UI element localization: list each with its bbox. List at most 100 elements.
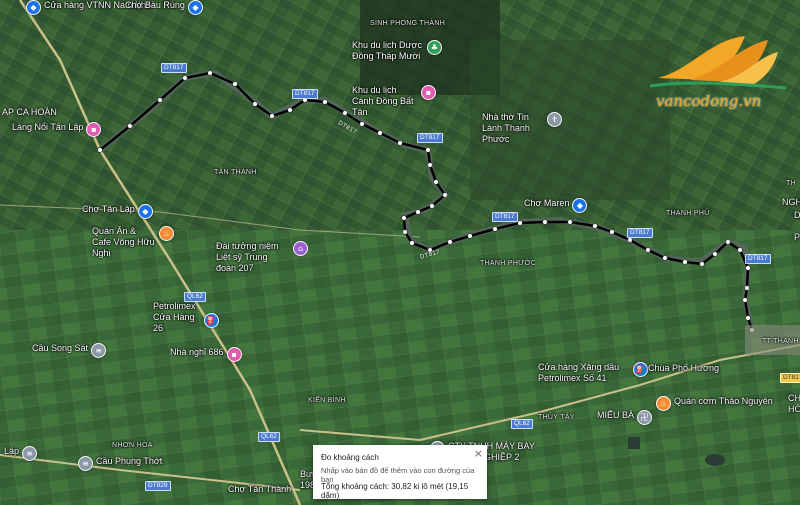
route-node[interactable] xyxy=(737,247,743,253)
route-node[interactable] xyxy=(322,99,328,105)
route-node[interactable] xyxy=(699,261,705,267)
route-node[interactable] xyxy=(433,179,439,185)
pond xyxy=(705,454,725,466)
area-nhon-hoa: NHƠN HÒA xyxy=(112,442,153,449)
route-node[interactable] xyxy=(492,226,498,232)
hotel-icon: ▪ xyxy=(421,85,436,100)
road-shield-dt817-east: DT817 xyxy=(780,373,800,383)
route-node[interactable] xyxy=(401,215,407,221)
road-shield-dt817: DT817 xyxy=(745,254,771,264)
fuel-icon: ⛽ xyxy=(204,313,219,328)
route-node[interactable] xyxy=(232,81,238,87)
poi-cho-tan-thanh[interactable]: Chợ Tân Thành xyxy=(228,484,291,495)
area-thanh-phu: THẠNH PHÚ xyxy=(666,210,710,217)
road-shield-dt817: DT817 xyxy=(492,212,518,222)
shop-icon: ◆ xyxy=(572,198,588,213)
partial-label: TH xyxy=(786,180,796,187)
route-node[interactable] xyxy=(712,251,718,257)
poi-khu-du-lich-duoc[interactable]: Khu du lịch Dược Đồng Tháp Mười ♣ xyxy=(352,40,442,62)
poi-cau-song-sat[interactable]: Cầu Song Sát ≡ xyxy=(32,343,107,358)
poi-quan-com-thao-nguyen[interactable]: ♨ Quán cơm Thảo Nguyên xyxy=(656,396,773,411)
bridge-icon: ≡ xyxy=(22,446,38,461)
hotel-icon: ▪ xyxy=(86,122,102,137)
poi-petrolimex-26[interactable]: Petrolimex Cửa Hàng 26 ⛽ xyxy=(153,301,219,334)
road-shield-dt829: DT829 xyxy=(145,481,171,491)
route-node[interactable] xyxy=(342,110,348,116)
area-thanh-phuoc: THẠNH PHƯỚC xyxy=(480,260,537,267)
route-node[interactable] xyxy=(725,239,731,245)
route-node[interactable] xyxy=(609,229,615,235)
route-node[interactable] xyxy=(377,130,383,136)
poi-lap[interactable]: Lập ≡ xyxy=(4,446,38,461)
shop-icon: ◆ xyxy=(26,0,41,15)
route-node[interactable] xyxy=(442,192,448,198)
pond-square xyxy=(628,437,640,449)
route-node[interactable] xyxy=(402,229,408,235)
route-node[interactable] xyxy=(429,203,435,209)
distance-total: Tổng khoảng cách: 30,82 ki lô mét (19,15… xyxy=(321,482,469,500)
road-shield-dt817: DT817 xyxy=(417,133,443,143)
route-node[interactable] xyxy=(742,297,748,303)
route-node[interactable] xyxy=(744,285,750,291)
distance-measurement-panel[interactable]: Đo khoảng cách Nhấp vào bản đồ để thêm v… xyxy=(313,445,487,500)
route-node[interactable] xyxy=(207,70,213,76)
route-node[interactable] xyxy=(252,101,258,107)
area-kien-binh: KIẾN BÌNH xyxy=(308,397,346,404)
area-sinh-phong-thanh: SINH PHONG THÀNH xyxy=(370,20,446,27)
logo-text: vancodong.vn xyxy=(656,92,762,110)
route-node[interactable] xyxy=(645,247,651,253)
poi-chua-pho-huong[interactable]: Chùa Phổ Hương xyxy=(648,363,719,374)
route-node[interactable] xyxy=(97,147,103,153)
poi-cau-phung-thot[interactable]: ≡ Cầu Phụng Thớt xyxy=(78,456,162,471)
poi-nha-tho-tin-lanh[interactable]: Nhà thờ Tin Lành Thạnh Phước ✝ xyxy=(482,112,562,145)
route-node[interactable] xyxy=(447,239,453,245)
poi-quan-an-vong[interactable]: Quán Ăn & Cafe Võng Hữu Nghị ♨ xyxy=(92,226,174,259)
shop-icon: ◆ xyxy=(187,0,203,15)
poi-petrolimex-41[interactable]: Cửa hàng Xăng dầu Petrolimex Số 41 ⛽ xyxy=(538,362,648,384)
route-node[interactable] xyxy=(517,220,523,226)
church-icon: ✝ xyxy=(547,112,562,127)
road-shield-dt817: DT817 xyxy=(161,63,187,73)
area-tt-thanh-hoa: TT THẠNH HÓA xyxy=(762,338,800,345)
route-node[interactable] xyxy=(359,121,365,127)
route-node[interactable] xyxy=(682,259,688,265)
partial-label: HÓ xyxy=(788,404,800,414)
route-node[interactable] xyxy=(127,123,133,129)
poi-nha-nghi-686[interactable]: Nhà nghỉ 686 ▪ xyxy=(170,347,242,362)
route-node[interactable] xyxy=(567,219,573,225)
distance-title: Đo khoảng cách xyxy=(321,453,379,462)
route-node[interactable] xyxy=(409,240,415,246)
route-node[interactable] xyxy=(415,209,421,215)
route-node[interactable] xyxy=(542,219,548,225)
poi-cho-bau-rung[interactable]: Chợ Bàu Rùng ◆ xyxy=(125,0,203,15)
partial-label: CH xyxy=(788,393,800,403)
poi-dai-tuong-niem[interactable]: Đài tưởng niệm Liệt sỹ Trung đoàn 207 ⌂ xyxy=(216,241,308,274)
route-node[interactable] xyxy=(425,147,431,153)
road-shield-ql62: QL62 xyxy=(258,432,280,442)
route-node[interactable] xyxy=(745,265,751,271)
food-icon: ♨ xyxy=(159,226,174,241)
route-node[interactable] xyxy=(592,223,598,229)
route-node[interactable] xyxy=(269,113,275,119)
route-node[interactable] xyxy=(627,237,633,243)
route-node[interactable] xyxy=(467,233,473,239)
poi-canh-dong-bat-tan[interactable]: Khu du lịch Cánh Đồng Bất Tận ▪ xyxy=(352,85,437,118)
close-icon[interactable]: × xyxy=(474,447,483,460)
route-node[interactable] xyxy=(287,107,293,113)
route-node[interactable] xyxy=(745,315,751,321)
route-node[interactable] xyxy=(662,255,668,261)
road-shield-dt817: DT817 xyxy=(292,89,318,99)
poi-lang-noi-tan-lap[interactable]: Làng Nổi Tân Lập ▪ xyxy=(12,122,102,137)
route-node[interactable] xyxy=(182,75,188,81)
temple-icon: 卍 xyxy=(637,410,653,425)
poi-cho-tan-lap[interactable]: Chợ Tân Lập ◆ xyxy=(82,204,153,219)
area-ap-ca-hoan: AP CA HOÀN xyxy=(2,107,57,117)
shop-icon: ◆ xyxy=(137,204,153,219)
partial-label: P xyxy=(794,232,800,242)
poi-mieu-ba[interactable]: MIẾU BÀ 卍 xyxy=(597,410,653,425)
poi-cho-maren[interactable]: Chợ Maren ◆ xyxy=(524,198,588,213)
route-node[interactable] xyxy=(427,162,433,168)
bridge-icon: ≡ xyxy=(78,456,93,471)
route-node[interactable] xyxy=(397,140,403,146)
route-node[interactable] xyxy=(157,97,163,103)
